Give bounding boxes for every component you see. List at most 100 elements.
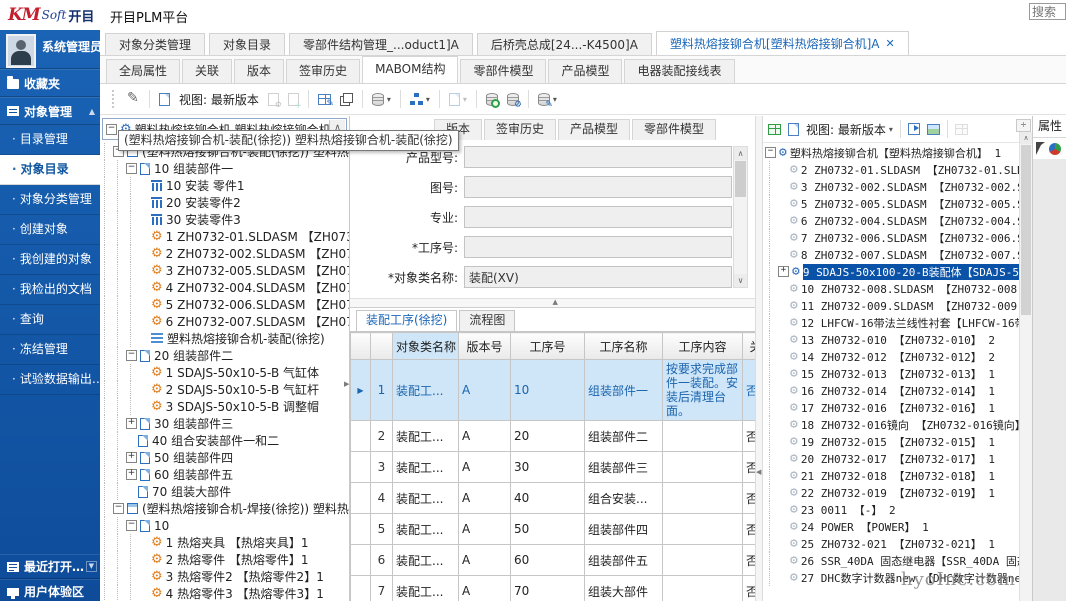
view-tab[interactable]: 版本 — [234, 59, 284, 83]
splitter-expand-icon[interactable]: ▶ — [344, 380, 349, 388]
form-scrollbar[interactable]: ∧ ∨ — [733, 146, 748, 288]
tree-item[interactable]: ⚙1 ZH0732-01.SLDASM 【ZH0732-01.SLDASM】 — [100, 228, 349, 245]
tree-item[interactable]: ⚙6 ZH0732-004.SLDASM 【ZH0732-004.SLDASM】 — [765, 212, 1019, 229]
tree-item[interactable]: +50 组装部件四 — [100, 449, 349, 466]
tree-item[interactable]: ⚙11 ZH0732-009.SLDASM 【ZH0732-009.SLDASM… — [765, 297, 1019, 314]
export-button[interactable] — [908, 123, 920, 135]
tree-item[interactable]: ⚙10 ZH0732-008.SLDASM 【ZH0732-008.SLDASM… — [765, 280, 1019, 297]
edit-table-button[interactable] — [318, 94, 331, 105]
refresh-color-icon[interactable] — [1049, 143, 1061, 155]
tree-item[interactable]: ⚙5 ZH0732-005.SLDASM 【ZH0732-005.SLDASM】 — [765, 195, 1019, 212]
tree-item[interactable]: ⚙2 ZH0732-01.SLDASM 【ZH0732-01.SLDASM】 — [765, 161, 1019, 178]
expand-icon[interactable]: + — [126, 469, 137, 480]
tree-item[interactable]: ⚙21 ZH0732-018 【ZH0732-018】 1 — [765, 467, 1019, 484]
sidebar-item[interactable]: ·我检出的文档 — [0, 275, 100, 305]
sidebar-section-favorites[interactable]: 收藏夹 — [0, 69, 100, 97]
tree-item[interactable]: ⚙4 ZH0732-004.SLDASM 【ZH0732-004.SLDASM】 — [100, 279, 349, 296]
tree-item[interactable]: 10 安装 零件1 — [100, 177, 349, 194]
tree-item[interactable]: ⚙8 ZH0732-007.SLDASM 【ZH0732-007.SLDASM】 — [765, 246, 1019, 263]
view-tab[interactable]: 签审历史 — [286, 59, 360, 83]
field-input[interactable]: 装配(XV) — [464, 266, 732, 288]
tree-item[interactable]: ⚙6 ZH0732-007.SLDASM 【ZH0732-007.SLDASM】 — [100, 313, 349, 330]
scroll-up-icon[interactable]: ∧ — [1020, 132, 1032, 144]
tree-item[interactable]: ⚙24 POWER 【POWER】 1 — [765, 518, 1019, 535]
field-input[interactable] — [464, 206, 732, 228]
tree-item[interactable]: −10 组装部件一 — [100, 160, 349, 177]
detail-tab[interactable]: 签审历史 — [484, 119, 556, 140]
tree-item[interactable]: ⚙18 ZH0732-016镜向 【ZH0732-016镜向】 1 — [765, 416, 1019, 433]
view-tab[interactable]: 全局属性 — [106, 59, 180, 83]
tree-item[interactable]: ⚙20 ZH0732-017 【ZH0732-017】 1 — [765, 450, 1019, 467]
table-row[interactable]: ▶1装配工...A10组装部件一按要求完成部件一装配。安装后清理台面。否 — [351, 360, 756, 421]
tree-item[interactable]: ⚙2 SDAJS-50x10-5-B 气缸杆 — [100, 381, 349, 398]
tree-item[interactable]: +30 组装部件三 — [100, 415, 349, 432]
tree-item[interactable]: ⚙1 热熔夹具 【热熔夹具】1 — [100, 534, 349, 551]
sidebar-section-object-management[interactable]: 对象管理▲ — [0, 97, 100, 125]
table-row[interactable]: 7装配工...A70组装大部件否 — [351, 576, 756, 601]
detail-tab[interactable]: 产品模型 — [558, 119, 630, 140]
avatar[interactable] — [6, 34, 36, 68]
expand-icon[interactable]: + — [778, 266, 789, 277]
tree-item[interactable]: ⚙17 ZH0732-016 【ZH0732-016】 1 — [765, 399, 1019, 416]
view-document-button[interactable] — [788, 123, 799, 136]
view-tab[interactable]: 零部件模型 — [460, 59, 546, 83]
document-tab[interactable]: 对象分类管理 — [105, 33, 205, 55]
sidebar-item[interactable]: ·创建对象 — [0, 215, 100, 245]
collapse-icon[interactable]: − — [765, 147, 776, 158]
tree-item[interactable]: ⚙3 热熔零件2 【热熔零件2】1 — [100, 568, 349, 585]
tree-item[interactable]: ⚙3 SDAJS-50x10-5-B 调整帽 — [100, 398, 349, 415]
document-tab[interactable]: 后桥壳总成[24...-K4500]A — [477, 33, 652, 55]
tree-item[interactable]: +60 组装部件五 — [100, 466, 349, 483]
document-tab[interactable]: 零部件结构管理_...oduct1]A — [289, 33, 473, 55]
dropdown-arrow-icon[interactable]: ▼ — [86, 561, 97, 572]
table-row[interactable]: 4装配工...A40组合安装...否 — [351, 483, 756, 514]
sidebar-item[interactable]: ·试验数据输出… — [0, 365, 100, 395]
sidebar-item[interactable]: ·查询 — [0, 305, 100, 335]
tree-item[interactable]: ⚙7 ZH0732-006.SLDASM 【ZH0732-006.SLDASM】 — [765, 229, 1019, 246]
view-tab[interactable]: 电器装配接线表 — [624, 59, 734, 83]
column-header[interactable]: 版本号 — [459, 333, 511, 360]
scroll-up-icon[interactable]: ∧ — [734, 147, 747, 160]
expand-icon[interactable]: + — [126, 452, 137, 463]
tree-item[interactable]: 40 组合安装部件一和二 — [100, 432, 349, 449]
search-database-button[interactable] — [486, 93, 498, 106]
sidebar-item[interactable]: ·对象分类管理 — [0, 185, 100, 215]
tree-item[interactable]: 30 安装零件3 — [100, 211, 349, 228]
search-input[interactable] — [1029, 3, 1066, 20]
process-tab[interactable]: 装配工序(徐挖) — [356, 310, 457, 331]
tree-item[interactable]: ⚙19 ZH0732-015 【ZH0732-015】 1 — [765, 433, 1019, 450]
tree-item[interactable]: ⚙3 ZH0732-005.SLDASM 【ZH0732-005.SLDASM】 — [100, 262, 349, 279]
view-selector-button[interactable]: 视图: 最新版本 — [179, 91, 259, 108]
tree-item[interactable]: ⚙22 ZH0732-019 【ZH0732-019】 1 — [765, 484, 1019, 501]
column-header[interactable] — [351, 333, 371, 360]
scroll-down-icon[interactable]: ∨ — [734, 274, 747, 287]
tree-item[interactable]: ⚙15 ZH0732-013 【ZH0732-013】 1 — [765, 365, 1019, 382]
splitter-collapse-icon[interactable]: ◀ — [756, 468, 761, 476]
expand-icon[interactable]: + — [126, 418, 137, 429]
table-row[interactable]: 5装配工...A50组装部件四否 — [351, 514, 756, 545]
collapse-icon[interactable]: − — [106, 124, 117, 135]
right-tree-scrollbar[interactable]: ∧ — [1019, 132, 1032, 601]
document-tab[interactable]: 塑料热熔接铆合机[塑料热熔接铆合机]A✕ — [656, 31, 909, 55]
tree-item[interactable]: ⚙16 ZH0732-014 【ZH0732-014】 1 — [765, 382, 1019, 399]
splitter-collapse-icon[interactable]: ▲ — [553, 298, 558, 306]
copy-structure-button[interactable] — [340, 93, 353, 106]
sidebar-section-user-experience-zone[interactable]: 用户体验区 — [0, 579, 100, 601]
tree-item[interactable]: ⚙2 热熔零件 【热熔零件】1 — [100, 551, 349, 568]
cursor-icon[interactable] — [1036, 142, 1045, 155]
view-tab[interactable]: MABOM结构 — [362, 56, 458, 83]
tree-item[interactable]: −(塑料热熔接铆合机-焊接(徐挖)) 塑料热熔接铆合机-焊接(徐挖) — [100, 500, 349, 517]
tree-item[interactable]: ⚙26 SSR_40DA 固态继电器【SSR_40DA 固态继电器】 — [765, 552, 1019, 569]
tree-item[interactable]: 塑料热熔接铆合机-装配(徐挖) — [100, 330, 349, 347]
tree-item[interactable]: ⚙3 ZH0732-002.SLDASM 【ZH0732-002.SLDASM】 — [765, 178, 1019, 195]
view-document-button[interactable] — [159, 93, 170, 106]
tree-item[interactable]: ⚙23 0011 【-】 2 — [765, 501, 1019, 518]
tree-item[interactable]: ⚙2 ZH0732-002.SLDASM 【ZH0732-002.SLDASM】 — [100, 245, 349, 262]
tree-item[interactable]: ⚙13 ZH0732-010 【ZH0732-010】 2 — [765, 331, 1019, 348]
tree-item[interactable]: 20 安装零件2 — [100, 194, 349, 211]
document-tab[interactable]: 对象目录 — [209, 33, 285, 55]
collapse-icon[interactable]: − — [126, 350, 137, 361]
tab-properties[interactable]: 属性 — [1033, 116, 1066, 138]
tree-item[interactable]: −10 — [100, 517, 349, 534]
view-tab[interactable]: 产品模型 — [548, 59, 622, 83]
